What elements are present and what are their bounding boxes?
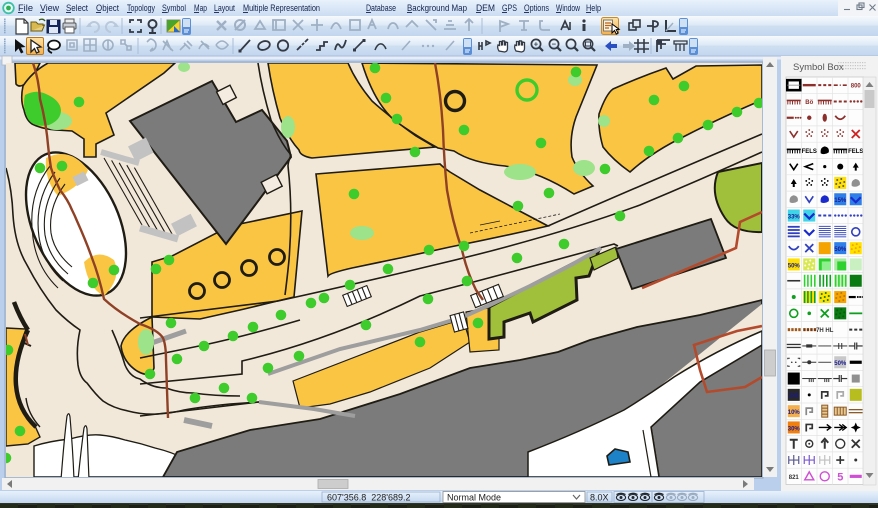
svg-text:821: 821 — [789, 475, 800, 481]
svg-text:607'356.8 228'689.2: 607'356.8 228'689.2 — [327, 493, 411, 503]
svg-text:Help: Help — [586, 3, 601, 13]
svg-text:Options: Options — [524, 3, 549, 13]
svg-text:10%: 10% — [788, 410, 801, 416]
svg-text:+: + — [534, 40, 539, 49]
svg-text:7H HL: 7H HL — [816, 328, 834, 334]
svg-text:8.0X: 8.0X — [590, 493, 609, 503]
svg-text:50%: 50% — [834, 361, 847, 367]
svg-text:GPS: GPS — [502, 3, 517, 13]
svg-text:Bö: Bö — [805, 100, 813, 106]
svg-text:800: 800 — [851, 84, 862, 90]
svg-text:Database: Database — [366, 3, 396, 13]
svg-text:5: 5 — [837, 471, 843, 483]
svg-text:Window: Window — [556, 3, 580, 13]
svg-text:File: File — [18, 3, 33, 13]
svg-text:50%: 50% — [788, 263, 801, 269]
svg-text:30%: 30% — [788, 426, 801, 432]
svg-text:Select: Select — [66, 3, 88, 13]
svg-text:15%: 15% — [834, 198, 847, 204]
svg-text:33%: 33% — [788, 214, 801, 220]
svg-text:Symbol: Symbol — [162, 3, 186, 13]
svg-text:Topology: Topology — [127, 3, 155, 13]
svg-text:FELS: FELS — [802, 149, 817, 155]
svg-text:DEM: DEM — [476, 3, 495, 13]
svg-text:View: View — [40, 3, 59, 13]
svg-text:Multiple Representation: Multiple Representation — [243, 3, 320, 13]
svg-text:50%: 50% — [834, 247, 847, 253]
svg-text:Layout: Layout — [214, 3, 235, 13]
svg-text:200: 200 — [789, 394, 800, 400]
svg-text:Map: Map — [194, 3, 207, 13]
svg-text:Symbol Box: Symbol Box — [793, 62, 844, 73]
svg-text:Background Map: Background Map — [407, 3, 467, 13]
svg-text:Normal Mode: Normal Mode — [447, 493, 501, 503]
svg-text:Object: Object — [96, 3, 119, 13]
svg-text:−: − — [552, 40, 557, 49]
svg-text:FELS: FELS — [848, 149, 863, 155]
